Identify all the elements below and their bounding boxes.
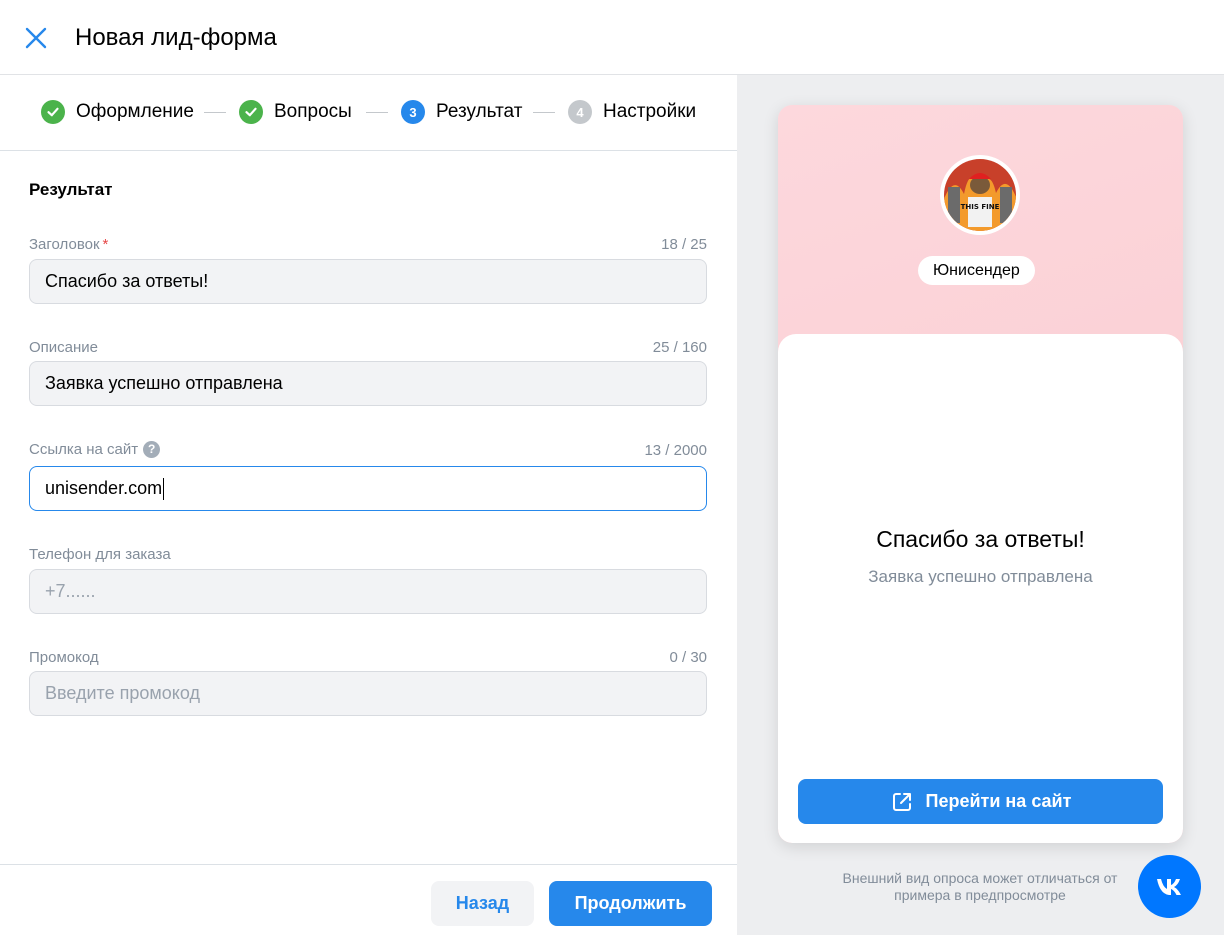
link-input[interactable]: unisender.com	[29, 466, 707, 511]
description-input[interactable]: Заявка успешно отправлена	[29, 361, 707, 406]
title-label-text: Заголовок	[29, 236, 100, 253]
step-label: Оформление	[76, 101, 194, 122]
preview-description: Заявка успешно отправлена	[868, 567, 1093, 586]
preview-panel: THIS FINE Юнисендер Спасибо за ответы! З…	[737, 75, 1224, 935]
form-footer: Назад Продолжить	[0, 864, 737, 935]
required-mark: *	[102, 236, 109, 253]
go-to-site-button[interactable]: Перейти на сайт	[798, 779, 1163, 824]
check-icon	[41, 100, 65, 124]
step-divider	[204, 112, 226, 113]
description-counter: 25 / 160	[652, 339, 707, 356]
preview-title: Спасибо за ответы!	[876, 526, 1085, 552]
avatar-image: THIS FINE	[944, 159, 1016, 231]
promo-label-text: Промокод	[29, 649, 99, 666]
phone-label: Телефон для заказа	[29, 546, 171, 563]
step-divider	[533, 112, 555, 113]
description-input-value: Заявка успешно отправлена	[45, 373, 283, 393]
go-to-site-label: Перейти на сайт	[925, 791, 1072, 811]
back-button[interactable]: Назад	[431, 881, 534, 926]
link-label-text: Ссылка на сайт	[29, 441, 139, 458]
step-label: Вопросы	[274, 101, 352, 122]
phone-input[interactable]: +7......	[29, 569, 707, 614]
description-label: Описание	[29, 339, 98, 356]
avatar: THIS FINE	[940, 155, 1020, 235]
step-settings[interactable]: 4 Настройки	[568, 100, 696, 124]
vk-icon[interactable]	[1138, 855, 1201, 918]
external-link-icon	[892, 792, 911, 811]
step-label: Результат	[436, 101, 523, 122]
title-counter: 18 / 25	[661, 236, 707, 253]
phone-placeholder: +7......	[45, 581, 96, 601]
preview-disclaimer: Внешний вид опроса может отличаться от п…	[842, 870, 1118, 903]
title-input-value: Спасибо за ответы!	[45, 271, 209, 291]
preview-card: THIS FINE Юнисендер Спасибо за ответы! З…	[778, 105, 1183, 843]
promo-placeholder: Введите промокод	[45, 683, 200, 703]
continue-button[interactable]: Продолжить	[549, 881, 712, 926]
page-title: Новая лид-форма	[75, 24, 277, 51]
title-label: Заголовок *	[29, 236, 108, 253]
stepper: Оформление Вопросы 3 Результат 4 Настрой…	[0, 75, 737, 151]
check-icon	[239, 100, 263, 124]
step-label: Настройки	[603, 101, 697, 122]
result-card: Спасибо за ответы! Заявка успешно отправ…	[778, 334, 1183, 843]
form-panel: Оформление Вопросы 3 Результат 4 Настрой…	[0, 75, 737, 935]
promo-input[interactable]: Введите промокод	[29, 671, 707, 716]
avatar-shirt-text: THIS FINE	[961, 203, 1000, 211]
step-result[interactable]: 3 Результат	[401, 100, 522, 124]
step-design[interactable]: Оформление	[41, 100, 194, 124]
text-caret	[163, 477, 165, 500]
promo-label: Промокод	[29, 649, 99, 666]
link-counter: 13 / 2000	[644, 442, 707, 459]
help-icon[interactable]: ?	[143, 441, 161, 458]
section-title: Результат	[29, 180, 113, 199]
title-input[interactable]: Спасибо за ответы!	[29, 259, 707, 304]
step-divider	[366, 112, 388, 113]
step-number: 4	[568, 100, 592, 124]
link-label: Ссылка на сайт ?	[29, 441, 161, 458]
description-label-text: Описание	[29, 339, 99, 356]
phone-label-text: Телефон для заказа	[29, 546, 171, 563]
brand-name: Юнисендер	[918, 256, 1035, 285]
step-number: 3	[401, 100, 425, 124]
link-input-value: unisender.com	[45, 478, 163, 498]
top-header: Новая лид-форма	[0, 0, 1224, 75]
promo-counter: 0 / 30	[669, 649, 707, 666]
close-icon[interactable]	[22, 24, 50, 52]
step-questions[interactable]: Вопросы	[239, 100, 352, 124]
